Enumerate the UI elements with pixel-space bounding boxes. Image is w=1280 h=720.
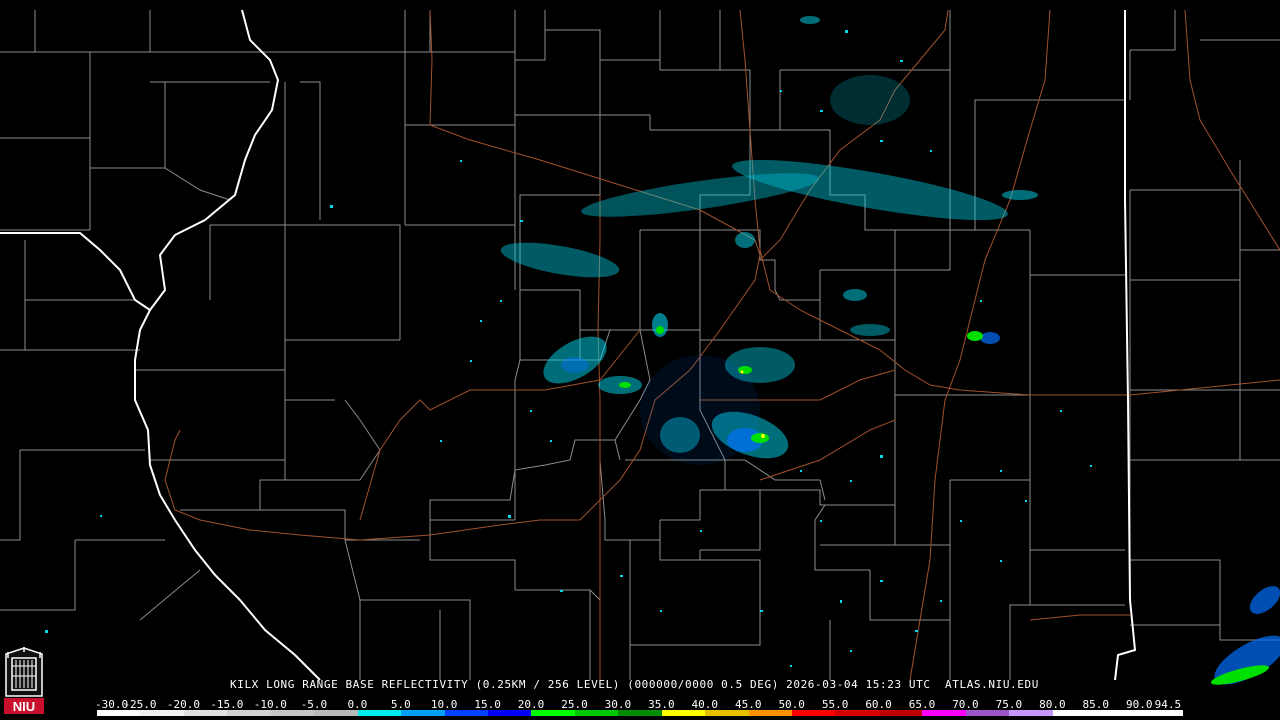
county-lines — [0, 10, 1280, 680]
colorbar-segment — [270, 710, 315, 716]
colorbar-segment — [1139, 710, 1183, 716]
colorbar-segment — [922, 710, 966, 716]
product-caption: KILX LONG RANGE BASE REFLECTIVITY (0.25K… — [230, 678, 1039, 691]
colorbar-segment — [878, 710, 923, 716]
colorbar-segment — [1096, 710, 1140, 716]
colorbar-segment — [444, 710, 488, 716]
niu-logo: NIU — [2, 646, 46, 716]
colorbar-segment — [314, 710, 358, 716]
logo-text: NIU — [13, 699, 35, 714]
colorbar-segment — [97, 710, 141, 716]
colorbar-segment — [357, 710, 402, 716]
colorbar-segment — [792, 710, 836, 716]
highways — [164, 9, 1280, 681]
radar-map — [0, 9, 1280, 685]
colorbar-segment — [1052, 710, 1097, 716]
colorbar-segment — [705, 710, 749, 716]
colorbar-segment — [661, 710, 706, 716]
colorbar-segment — [1009, 710, 1053, 716]
colorbar-segment — [140, 710, 184, 716]
radar-echoes — [45, 16, 1280, 685]
colorbar-segment — [965, 710, 1010, 716]
colorbar-segment — [487, 710, 532, 716]
colorbar-segment — [748, 710, 792, 716]
colorbar-segment — [835, 710, 879, 716]
colorbar-segment — [183, 710, 228, 716]
colorbar-segment — [618, 710, 662, 716]
reflectivity-colorbar — [97, 710, 1183, 716]
reflectivity-scale-labels: -30.0 -25.0 -20.0 -15.0 -10.0 -5.0 0.0 5.0 10.0 1… — [95, 698, 1195, 711]
colorbar-segment — [574, 710, 619, 716]
colorbar-segment — [227, 710, 271, 716]
colorbar-segment — [401, 710, 445, 716]
colorbar-segment — [531, 710, 575, 716]
